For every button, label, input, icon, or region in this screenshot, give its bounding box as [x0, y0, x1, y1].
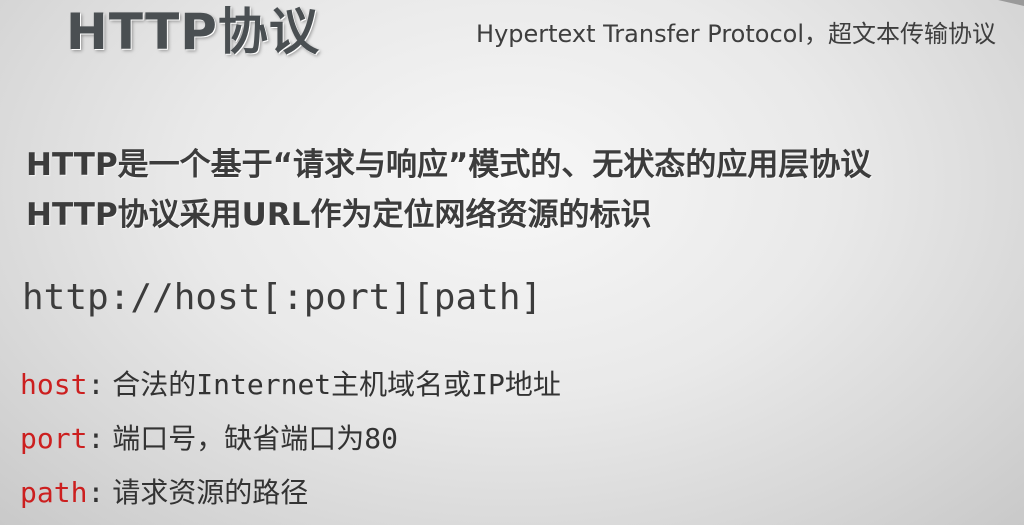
slide-header: HTTP协议 Hypertext Transfer Protocol，超文本传输…	[0, 0, 1024, 64]
definition-description: 端口号，缺省端口为80	[112, 422, 399, 455]
url-syntax: http://host[:port][path]	[22, 277, 543, 318]
corner-decoration	[998, 0, 1024, 6]
definition-path: path: 请求资源的路径	[20, 466, 561, 520]
definition-term: port	[20, 422, 88, 455]
intro-line-2: HTTP协议采用URL作为定位网络资源的标识	[26, 197, 652, 233]
definition-description: 合法的Internet主机域名或IP地址	[112, 368, 561, 401]
definition-list: host: 合法的Internet主机域名或IP地址 port: 端口号，缺省端口为…	[20, 358, 561, 520]
definition-separator: :	[87, 368, 105, 401]
slide-title: HTTP协议	[66, 3, 320, 61]
definition-port: port: 端口号，缺省端口为80	[20, 412, 561, 466]
definition-term: path	[20, 476, 88, 509]
definition-host: host: 合法的Internet主机域名或IP地址	[20, 358, 561, 412]
definition-separator: :	[87, 476, 105, 509]
definition-separator: :	[87, 422, 105, 455]
definition-term: host	[20, 368, 88, 401]
definition-description: 请求资源的路径	[112, 476, 309, 509]
slide-subtitle: Hypertext Transfer Protocol，超文本传输协议	[476, 20, 996, 48]
intro-line-1: HTTP是一个基于“请求与响应”模式的、无状态的应用层协议	[26, 147, 872, 183]
intro-text: HTTP是一个基于“请求与响应”模式的、无状态的应用层协议 HTTP协议采用UR…	[26, 140, 871, 240]
